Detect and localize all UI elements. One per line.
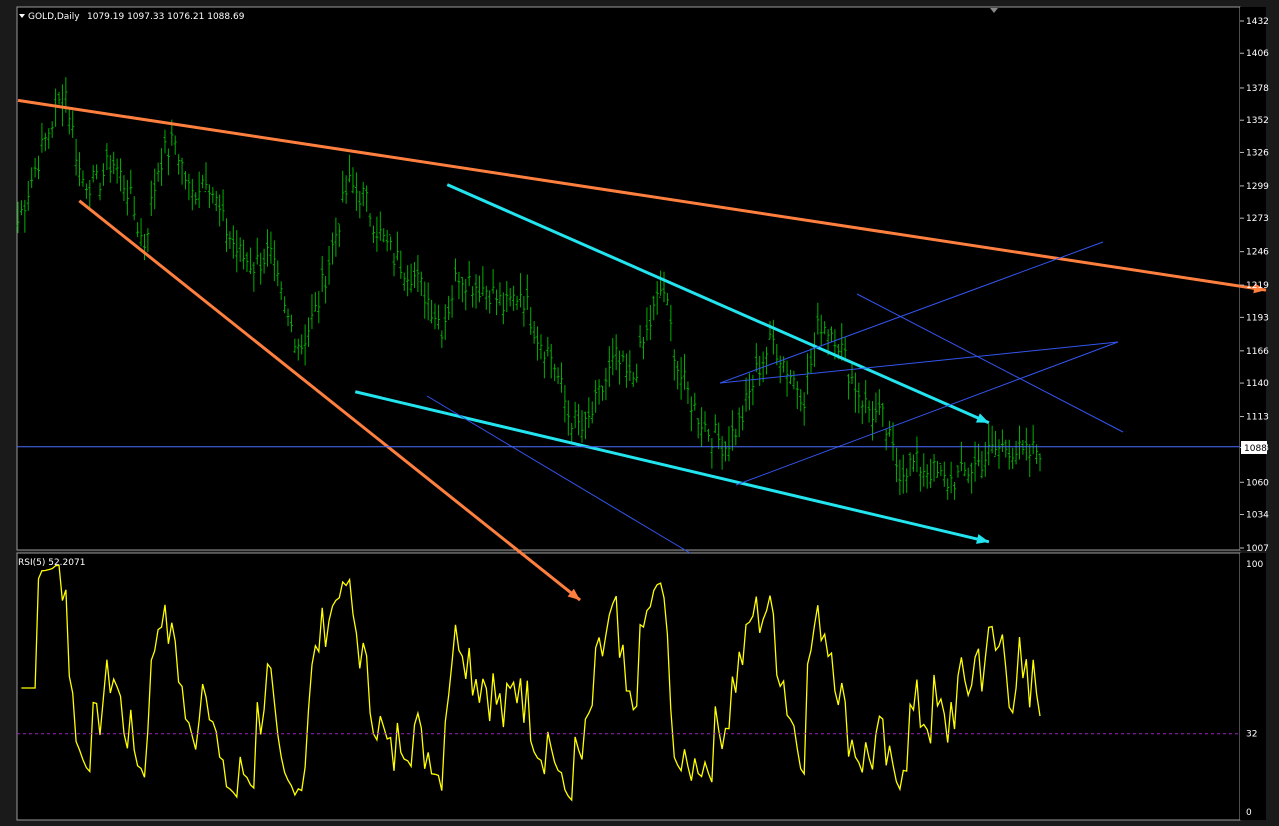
price-tick-label: 1273 <box>1246 214 1269 224</box>
price-tick-label: 1060 <box>1246 478 1269 488</box>
price-tick-label: 1140 <box>1246 379 1269 389</box>
price-tick-label: 1246 <box>1246 248 1269 258</box>
price-panel[interactable] <box>16 6 1241 551</box>
price-tick-label: 1299 <box>1246 182 1269 192</box>
price-tick-label: 1219 <box>1246 281 1269 291</box>
price-tick-label: 1378 <box>1246 84 1269 94</box>
price-tick-label: 1432 <box>1246 17 1269 27</box>
chart-window: 1432 1406 1378 1352 1326 1299 1273 1246 1219 1193… <box>0 0 1279 826</box>
price-tick-label: 1034 <box>1246 511 1269 521</box>
ohlc-label: 1079.19 1097.33 1076.21 1088.69 <box>87 12 245 22</box>
price-tick-label: 1193 <box>1246 313 1269 323</box>
price-tick-label: 1352 <box>1246 116 1269 126</box>
rsi-label: RSI(5) 52.2071 <box>18 558 85 568</box>
chart-canvas[interactable]: 1432 1406 1378 1352 1326 1299 1273 1246 1219 1193… <box>0 0 1279 826</box>
price-tick-label: 1113 <box>1246 413 1269 423</box>
price-tick-label: 1166 <box>1246 347 1269 357</box>
symbol-label: GOLD,Daily <box>28 12 80 22</box>
rsi-axis <box>1240 553 1266 820</box>
price-tick-label: 1406 <box>1246 49 1269 59</box>
rsi-tick-label: 0 <box>1246 808 1252 818</box>
price-tick-label: 1007 <box>1246 544 1269 554</box>
price-tick-label: 1326 <box>1246 148 1269 158</box>
current-price-label: 1088 <box>1244 444 1267 454</box>
rsi-tick-label: 32 <box>1246 730 1257 740</box>
rsi-tick-label: 100 <box>1246 560 1263 570</box>
rsi-panel[interactable] <box>16 552 1241 821</box>
